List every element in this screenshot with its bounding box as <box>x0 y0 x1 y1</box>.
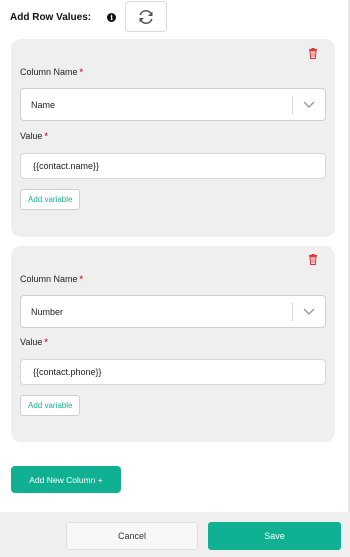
add-row-values-label: Add Row Values: <box>10 11 92 23</box>
save-button[interactable]: Save <box>208 522 341 550</box>
required-marker: * <box>44 131 48 141</box>
value-label-text: Value <box>20 131 43 141</box>
chevron-down-icon[interactable] <box>293 101 325 109</box>
column-name-select[interactable]: Name <box>20 88 326 121</box>
required-marker: * <box>79 67 84 77</box>
column-name-selected-value: Name <box>31 99 56 110</box>
cancel-button[interactable]: Cancel <box>66 522 198 550</box>
value-label-text: Value <box>20 337 43 347</box>
value-label: Value * <box>20 131 48 141</box>
column-name-label: Column Name * <box>20 274 83 284</box>
required-marker: * <box>44 337 48 347</box>
row-value-card-1: Column Name * Name Value * {{contact.name}… <box>11 39 335 237</box>
add-new-column-button[interactable]: Add New Column + <box>11 466 121 493</box>
column-name-select[interactable]: Number <box>20 295 326 328</box>
column-name-selected-value: Number <box>31 306 64 317</box>
refresh-icon <box>139 9 153 24</box>
add-variable-button[interactable]: Add variable <box>20 395 81 416</box>
column-name-label-text: Column Name <box>20 274 78 284</box>
trash-icon[interactable] <box>308 48 318 59</box>
column-name-label: Column Name * <box>20 67 83 77</box>
trash-icon[interactable] <box>308 254 318 265</box>
add-variable-button[interactable]: Add variable <box>20 189 81 210</box>
value-input[interactable]: {{contact.phone}} <box>20 359 326 385</box>
footer-bar: Cancel Save <box>0 512 350 557</box>
column-name-label-text: Column Name <box>20 67 78 77</box>
value-input[interactable]: {{contact.name}} <box>20 153 326 179</box>
required-marker: * <box>79 274 84 284</box>
refresh-button[interactable] <box>125 1 167 32</box>
chevron-down-icon[interactable] <box>293 308 325 316</box>
row-value-card-2: Column Name * Number Value * {{contact.pho… <box>11 246 335 442</box>
info-icon[interactable]: i <box>107 12 117 22</box>
value-label: Value * <box>20 337 48 347</box>
add-row-values-header: Add Row Values: i <box>10 0 340 34</box>
